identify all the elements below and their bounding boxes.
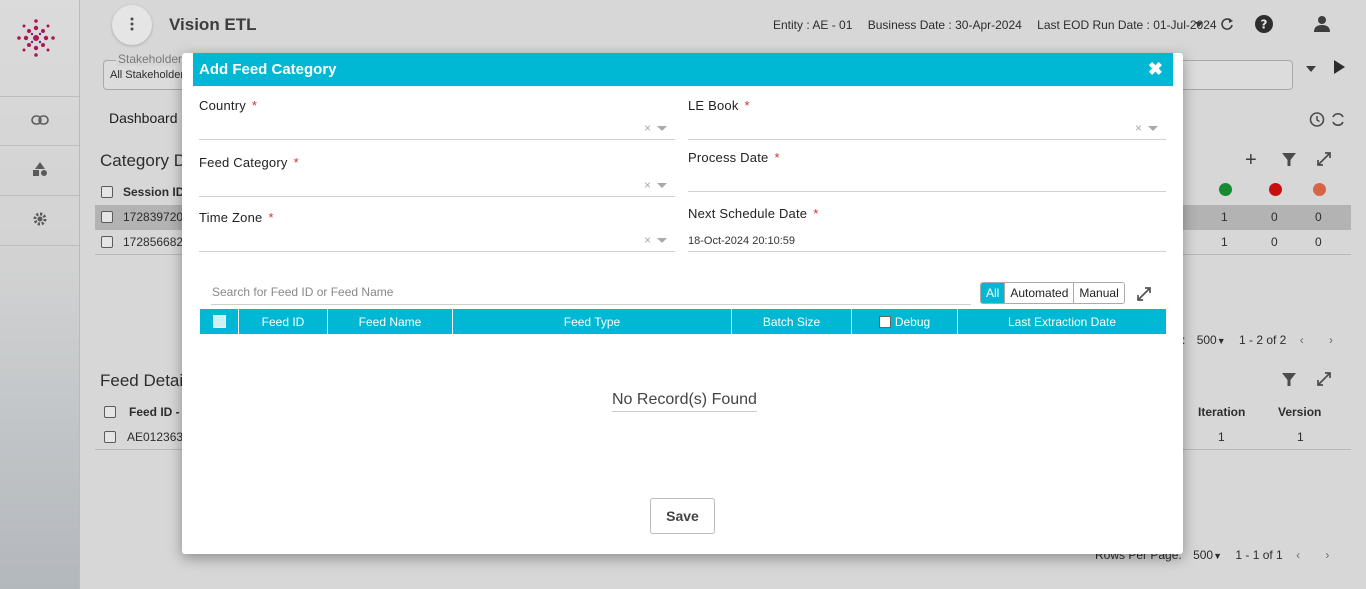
debug-label: Debug [894, 314, 931, 329]
add-feed-category-dialog: Add Feed Category ✖ Country * × LE Book * … [182, 53, 1183, 554]
next-schedule-value: 18-Oct-2024 20:10:59 [688, 235, 796, 247]
process-date-label: Process Date * [688, 150, 780, 165]
le-book-label: LE Book * [688, 98, 750, 113]
next-schedule-field[interactable]: Next Schedule Date * 18-Oct-2024 20:10:59 [688, 206, 1166, 254]
chevron-down-icon[interactable] [1148, 126, 1158, 132]
process-date-underline [688, 191, 1166, 192]
process-date-field[interactable]: Process Date * [688, 150, 1166, 195]
filter-all-button[interactable]: All [981, 283, 1005, 303]
col-batch-size[interactable]: Batch Size [732, 309, 852, 334]
clear-icon[interactable]: × [644, 233, 651, 247]
col-last-extraction[interactable]: Last Extraction Date [958, 309, 1166, 334]
country-label: Country * [199, 98, 258, 113]
feed-type-filter: All Automated Manual [980, 282, 1125, 304]
feed-search-input[interactable]: Search for Feed ID or Feed Name [211, 285, 971, 305]
clear-icon[interactable]: × [1135, 121, 1142, 135]
filter-manual-button[interactable]: Manual [1073, 283, 1124, 303]
time-zone-label: Time Zone * [199, 210, 274, 225]
country-underline [199, 139, 675, 140]
col-debug[interactable]: Debug [852, 309, 958, 334]
chevron-down-icon[interactable] [657, 126, 667, 132]
expand-icon[interactable] [1136, 286, 1152, 305]
feed-category-field[interactable]: Feed Category * × [199, 155, 675, 200]
chevron-down-icon[interactable] [657, 183, 667, 189]
dialog-header: Add Feed Category ✖ [193, 53, 1173, 86]
clear-icon[interactable]: × [644, 178, 651, 192]
select-all-checkbox[interactable] [212, 315, 226, 328]
save-button[interactable]: Save [650, 498, 715, 534]
debug-checkbox[interactable] [878, 315, 891, 328]
feed-grid-header: Feed ID Feed Name Feed Type Batch Size D… [200, 309, 1166, 334]
country-controls: × [644, 121, 667, 135]
feed-category-controls: × [644, 178, 667, 192]
time-zone-controls: × [644, 233, 667, 247]
close-icon[interactable]: ✖ [1148, 59, 1163, 79]
filter-automated-button[interactable]: Automated [1004, 283, 1074, 303]
empty-state: No Record(s) Found [612, 391, 757, 412]
next-schedule-label: Next Schedule Date * [688, 206, 819, 221]
time-zone-field[interactable]: Time Zone * × [199, 210, 675, 255]
le-book-field[interactable]: LE Book * × [688, 98, 1166, 143]
clear-icon[interactable]: × [644, 121, 651, 135]
grid-select-all-cell [200, 309, 239, 334]
dialog-title: Add Feed Category [199, 61, 337, 78]
next-schedule-underline [688, 251, 1166, 252]
feed-category-underline [199, 196, 675, 197]
feed-category-label: Feed Category * [199, 155, 299, 170]
country-field[interactable]: Country * × [199, 98, 675, 143]
chevron-down-icon[interactable] [657, 238, 667, 244]
le-book-underline [688, 139, 1166, 140]
time-zone-underline [199, 251, 675, 252]
col-feed-id[interactable]: Feed ID [239, 309, 328, 334]
le-book-controls: × [1135, 121, 1158, 135]
col-feed-name[interactable]: Feed Name [328, 309, 453, 334]
col-feed-type[interactable]: Feed Type [453, 309, 732, 334]
